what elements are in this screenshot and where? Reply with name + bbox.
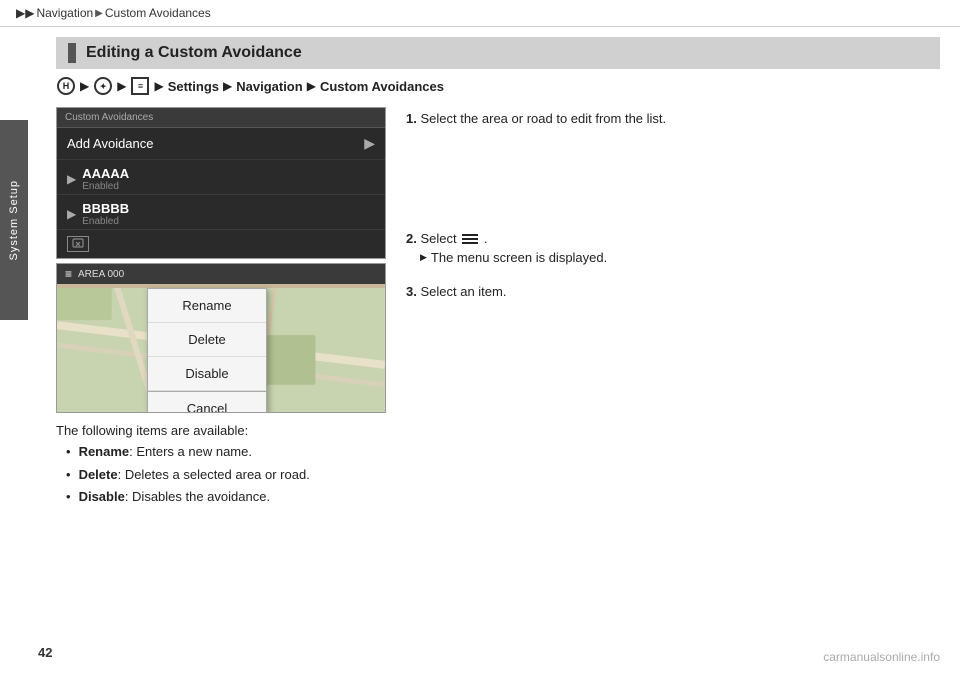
- aaaaa-arrow: ▶: [67, 172, 76, 186]
- scr1-bbbbb-row: ▶ BBBBB Enabled: [57, 195, 385, 230]
- step3-text: Select an item.: [420, 284, 506, 299]
- breadcrumb-bar: ▶▶ Navigation ▶ Custom Avoidances: [0, 0, 960, 27]
- breadcrumb-arrow2: ▶: [95, 8, 103, 19]
- scr1-add-row[interactable]: Add Avoidance ▶: [57, 128, 385, 160]
- nav-custom-avoidances: Custom Avoidances: [320, 79, 444, 94]
- step2-cont: .: [484, 231, 488, 246]
- sidebar-tab: System Setup: [0, 120, 28, 320]
- step2-num: 2.: [406, 231, 417, 246]
- home-icon: H: [57, 77, 75, 95]
- below-text: The following items are available: • Ren…: [56, 421, 386, 508]
- heading-bar: [68, 43, 76, 63]
- sidebar-label: System Setup: [8, 180, 20, 260]
- bullet-rename: • Rename: Enters a new name.: [56, 442, 386, 463]
- bbbbb-sub: Enabled: [82, 216, 129, 227]
- menu-icon: ≡: [131, 77, 149, 95]
- bullet-disable: • Disable: Disables the avoidance.: [56, 487, 386, 508]
- aaaaa-name: AAAAA: [82, 166, 129, 181]
- cancel-option[interactable]: Cancel: [148, 391, 266, 413]
- step-1: 1. Select the area or road to edit from …: [406, 109, 940, 129]
- step-3: 3. Select an item.: [406, 282, 940, 302]
- aaaaa-sub: Enabled: [82, 181, 129, 192]
- bullet-delete: • Delete: Deletes a selected area or roa…: [56, 465, 386, 486]
- context-menu: Rename Delete Disable Cancel: [147, 288, 267, 413]
- section-heading: Editing a Custom Avoidance: [56, 37, 940, 69]
- scr2-menu-icon: ≡: [65, 267, 72, 281]
- nav-navigation: Navigation: [236, 79, 302, 94]
- step2-text: Select: [420, 231, 460, 246]
- step2-arrow-text: The menu screen is displayed.: [431, 248, 607, 268]
- watermark: carmanualsonline.info: [823, 650, 940, 664]
- step2-arrow: The menu screen is displayed.: [406, 248, 940, 268]
- screenshot-map: ≡ AREA 000: [56, 263, 386, 413]
- rename-option[interactable]: Rename: [148, 289, 266, 323]
- breadcrumb-crumb1: Navigation: [36, 6, 93, 20]
- nav-path: H ▶ ✦ ▶ ≡ ▶ Settings ▶ Navigation ▶ Cust…: [56, 77, 940, 95]
- delete-option[interactable]: Delete: [148, 323, 266, 357]
- scr1-header: Custom Avoidances: [57, 108, 385, 128]
- breadcrumb-crumb2: Custom Avoidances: [105, 6, 211, 20]
- breadcrumb-arrows: ▶▶: [16, 6, 34, 20]
- two-col-layout: Custom Avoidances Add Avoidance ▶ ▶ AAAA…: [56, 107, 940, 510]
- page-number: 42: [38, 645, 52, 660]
- nav-settings: Settings: [168, 79, 219, 94]
- below-intro: The following items are available:: [56, 421, 386, 442]
- screenshot-custom-avoidances: Custom Avoidances Add Avoidance ▶ ▶ AAAA…: [56, 107, 386, 259]
- step-2: 2. Select . The menu screen is displayed…: [406, 229, 940, 268]
- scr1-delete-row: [57, 230, 385, 258]
- step3-num: 3.: [406, 284, 417, 299]
- menu-icon-inline: [460, 231, 484, 246]
- add-arrow: ▶: [364, 135, 375, 152]
- bbbbb-name: BBBBB: [82, 201, 129, 216]
- bbbbb-arrow: ▶: [67, 207, 76, 221]
- main-content: Editing a Custom Avoidance H ▶ ✦ ▶ ≡ ▶ S…: [36, 37, 960, 510]
- step1-num: 1.: [406, 111, 417, 126]
- add-avoidance-label: Add Avoidance: [67, 136, 154, 151]
- delete-icon: [67, 236, 89, 252]
- scr2-area-label: AREA 000: [78, 269, 124, 280]
- step1-text: Select the area or road to edit from the…: [420, 111, 666, 126]
- section-title: Editing a Custom Avoidance: [86, 44, 302, 62]
- disable-option[interactable]: Disable: [148, 357, 266, 391]
- scr2-header: ≡ AREA 000: [57, 264, 385, 284]
- left-column: Custom Avoidances Add Avoidance ▶ ▶ AAAA…: [56, 107, 386, 510]
- circle-icon: ✦: [94, 77, 112, 95]
- right-column: 1. Select the area or road to edit from …: [406, 107, 940, 315]
- scr1-aaaaa-row: ▶ AAAAA Enabled: [57, 160, 385, 195]
